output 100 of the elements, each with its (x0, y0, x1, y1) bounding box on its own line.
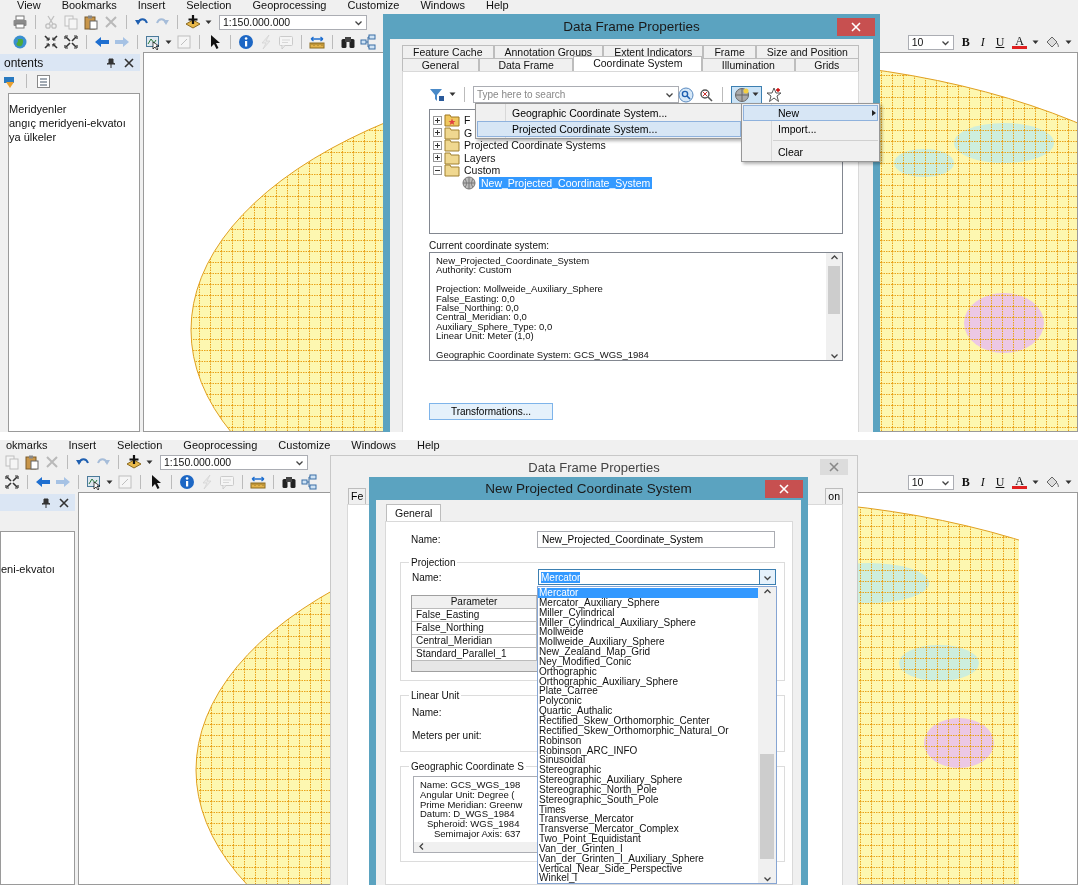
menu-item[interactable]: Geoprocessing (252, 0, 327, 12)
list-option[interactable]: Orthographic_Auxiliary_Sphere (538, 676, 758, 687)
list-option[interactable]: Mollweide_Auxiliary_Sphere (538, 637, 758, 648)
menu-item[interactable]: Selection (186, 0, 232, 12)
zoom-in-arrows-icon[interactable] (43, 34, 59, 50)
list-option[interactable]: New_Zealand_Map_Grid (538, 647, 758, 657)
list-option[interactable]: Ney_Modified_Conic (538, 656, 758, 667)
caret-icon[interactable] (165, 39, 172, 45)
list-option[interactable]: Times (538, 804, 758, 815)
menu-item[interactable]: View (17, 0, 41, 12)
caret-icon[interactable] (1065, 39, 1072, 45)
list-option[interactable]: Robinson (538, 735, 758, 746)
select-features-icon[interactable] (86, 474, 102, 490)
list-option[interactable]: Miller_Cylindrical (538, 607, 758, 618)
scrollbar[interactable] (826, 253, 842, 360)
search-icon[interactable] (678, 86, 694, 103)
printer-icon[interactable] (12, 14, 28, 30)
binoculars-icon[interactable] (340, 34, 356, 50)
tab[interactable]: Feature Cache (402, 45, 494, 58)
list-option[interactable]: Transverse_Mercator_Complex (538, 824, 758, 835)
caret-icon[interactable] (449, 92, 456, 97)
caret-icon[interactable] (146, 459, 153, 465)
list-option[interactable]: Plate_Carree (538, 686, 758, 697)
tree-item[interactable]: F (462, 114, 473, 127)
paint-bucket-icon[interactable] (1044, 474, 1060, 490)
list-option[interactable]: Winkel_I (538, 873, 758, 884)
menu-item[interactable]: Help (416, 440, 440, 452)
zoom-out-arrows-icon[interactable] (63, 34, 79, 50)
tab[interactable]: Size and Position (755, 45, 859, 58)
clipboard-icon[interactable] (83, 14, 99, 30)
pin-icon[interactable] (106, 57, 116, 68)
menu-item[interactable]: Customize (278, 440, 331, 452)
caret-icon[interactable] (205, 19, 212, 25)
left-arrow-icon[interactable] (35, 474, 51, 490)
chevron-down-icon[interactable] (762, 874, 772, 883)
info-icon[interactable] (238, 34, 254, 50)
star-icon[interactable] (766, 86, 782, 103)
tree-item[interactable]: G (462, 126, 475, 139)
binoculars-icon[interactable] (281, 474, 297, 490)
add-data-icon[interactable] (185, 14, 201, 30)
ruler-icon[interactable] (250, 474, 266, 490)
chevron-left-icon[interactable] (417, 842, 426, 852)
tab[interactable]: General (386, 504, 442, 521)
close-button[interactable] (765, 479, 803, 498)
scrollbar-thumb[interactable] (760, 754, 774, 859)
list-option[interactable]: Sinusoidal (538, 755, 758, 766)
zoom-out-arrows-icon[interactable] (4, 474, 20, 490)
menu-item[interactable]: Customize (347, 0, 400, 12)
menu-item[interactable]: Insert (137, 0, 166, 12)
scale-combo[interactable]: 1:150.000.000 (160, 454, 308, 470)
scale-combo[interactable]: 1:150.000.000 (219, 14, 367, 30)
menu-item[interactable]: Geographic Coordinate System... (477, 105, 741, 121)
list-option[interactable]: Two_Point_Equidistant (538, 834, 758, 844)
list-icon[interactable] (36, 73, 51, 89)
expand-icon[interactable] (433, 140, 442, 150)
expand-icon[interactable] (433, 153, 442, 163)
tree-item[interactable]: Custom (462, 164, 503, 177)
chevron-down-icon[interactable] (829, 351, 839, 360)
filter-icon[interactable] (429, 86, 445, 103)
globe-icon[interactable] (12, 34, 28, 50)
tab[interactable]: Annotation Groups (493, 45, 604, 58)
menu-item[interactable]: Windows (351, 440, 396, 452)
caret-icon[interactable] (1065, 479, 1072, 485)
menu-item[interactable]: Windows (420, 0, 466, 12)
layer-name[interactable]: ya ülkeler (9, 131, 57, 143)
font-color-button[interactable]: A (1012, 475, 1027, 489)
menu-item[interactable]: Clear (743, 144, 878, 160)
menu-item[interactable]: Help (486, 0, 509, 12)
font-color-button[interactable]: A (1012, 35, 1027, 49)
tab[interactable]: Grids (794, 58, 860, 71)
list-option[interactable]: Van_der_Grinten_I_Auxiliary_Sphere (538, 853, 758, 864)
layer-name[interactable]: Meridyenler (9, 103, 67, 115)
underline-button[interactable]: U (992, 474, 1008, 490)
expand-icon[interactable] (433, 128, 442, 138)
left-arrow-icon[interactable] (94, 34, 110, 50)
list-option[interactable]: Miller_Cylindrical_Auxiliary_Sphere (538, 617, 758, 628)
scrollbar-thumb[interactable] (828, 266, 840, 314)
tab[interactable]: Frame (703, 45, 756, 58)
chevron-up-icon[interactable] (762, 587, 772, 596)
close-button[interactable] (820, 459, 848, 475)
pin-icon[interactable] (41, 497, 51, 508)
tab[interactable]: Data Frame (478, 58, 574, 71)
list-option[interactable]: Stereographic (538, 765, 758, 776)
list-option[interactable]: Robinson_ARC_INFO (538, 745, 758, 756)
tree-item[interactable]: Layers (462, 151, 498, 164)
font-size-combo[interactable]: 10 (907, 474, 954, 490)
ruler-icon[interactable] (309, 34, 325, 50)
list-option[interactable]: Mollweide (538, 627, 758, 638)
list-option[interactable]: Polyconic (538, 696, 758, 707)
close-icon[interactable] (59, 497, 69, 508)
list-option[interactable]: Stereographic_North_Pole (538, 784, 758, 795)
layer-name[interactable]: eni-ekvatoı (1, 563, 55, 575)
list-option[interactable]: Mercator_Auxiliary_Sphere (538, 597, 758, 608)
paint-bucket-icon[interactable] (1044, 34, 1060, 50)
close-button[interactable] (837, 17, 875, 36)
collapse-icon[interactable] (433, 165, 442, 175)
caret-icon[interactable] (106, 479, 113, 485)
tab[interactable]: Illumination (702, 58, 795, 71)
caret-icon[interactable] (1032, 479, 1039, 485)
list-option[interactable]: Rectified_Skew_Orthomorphic_Center (538, 715, 758, 726)
